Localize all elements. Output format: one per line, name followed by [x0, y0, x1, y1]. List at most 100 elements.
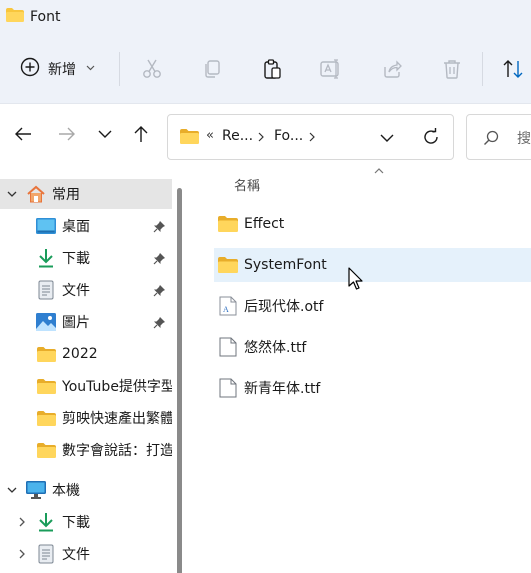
scrollbar-thumb[interactable]	[177, 188, 182, 573]
folder-icon	[36, 344, 56, 364]
address-bar[interactable]: « Re... Fo...	[167, 114, 454, 160]
navigation-pane: 常用 桌面 下載 文件 圖片 2022 YouTube提供字型 剪映快速產出繁體…	[0, 166, 186, 573]
nav-label: 剪映快速產出繁體	[62, 411, 174, 427]
search-box[interactable]: 搜	[466, 114, 531, 160]
nav-label: YouTube提供字型	[62, 379, 175, 395]
nav-item-desktop[interactable]: 桌面	[0, 211, 172, 241]
pictures-icon	[36, 312, 56, 332]
breadcrumb-item[interactable]: Re...	[222, 128, 253, 144]
folder-icon	[180, 129, 199, 148]
chevron-down-icon	[86, 64, 95, 74]
nav-label: 下載	[62, 515, 90, 531]
nav-item-folder[interactable]: 數字會說話：打造	[0, 435, 174, 465]
pin-icon[interactable]	[152, 283, 166, 297]
nav-label: 桌面	[62, 219, 90, 235]
rename-icon[interactable]	[318, 56, 344, 82]
nav-item-folder[interactable]: 剪映快速產出繁體	[0, 403, 174, 433]
paste-icon[interactable]	[259, 56, 285, 82]
back-button[interactable]	[11, 122, 35, 146]
chevron-right-icon[interactable]	[16, 516, 28, 528]
folder-icon	[6, 8, 24, 26]
add-icon	[20, 57, 40, 81]
nav-label: 常用	[52, 187, 80, 203]
desktop-icon	[36, 216, 56, 236]
documents-icon	[36, 544, 56, 564]
chevron-down-icon[interactable]	[6, 188, 18, 200]
file-row[interactable]: 悠然体.ttf	[214, 330, 531, 364]
nav-label: 下載	[62, 251, 90, 267]
new-button[interactable]: 新增	[14, 54, 101, 84]
font-file-icon: A	[218, 296, 238, 316]
nav-item-this-pc[interactable]: 本機	[0, 475, 172, 505]
nav-label: 文件	[62, 547, 90, 563]
nav-item-documents[interactable]: 文件	[0, 539, 172, 569]
file-list: 名稱 Effect SystemFont A 后现代体.otf 悠然体.ttf …	[186, 166, 531, 573]
nav-label: 2022	[62, 346, 98, 362]
file-icon	[218, 337, 238, 357]
pin-icon[interactable]	[152, 251, 166, 265]
file-row[interactable]: 新青年体.ttf	[214, 371, 531, 405]
download-icon	[36, 512, 56, 532]
navigation-scrollbar[interactable]	[172, 166, 186, 573]
nav-item-downloads[interactable]: 下載	[0, 243, 172, 273]
sort-caret-icon	[374, 166, 384, 177]
delete-icon[interactable]	[439, 56, 465, 82]
file-row[interactable]: Effect	[214, 207, 531, 241]
svg-text:A: A	[223, 305, 229, 314]
chevron-down-icon[interactable]	[380, 131, 394, 147]
nav-item-folder[interactable]: YouTube提供字型	[0, 371, 175, 401]
mouse-cursor-icon	[348, 267, 364, 295]
nav-item-downloads[interactable]: 下載	[0, 507, 172, 537]
nav-item-quick-access[interactable]: 常用	[0, 179, 172, 209]
chevron-right-icon[interactable]	[16, 548, 28, 560]
file-row[interactable]: A 后现代体.otf	[214, 289, 531, 323]
folder-icon	[36, 376, 56, 396]
file-name: 后现代体.otf	[244, 299, 324, 315]
nav-label: 圖片	[62, 315, 90, 331]
nav-item-documents[interactable]: 文件	[0, 275, 172, 305]
documents-icon	[36, 280, 56, 300]
toolbar-divider	[119, 52, 120, 86]
file-name: 悠然体.ttf	[244, 340, 307, 356]
window-title: Font	[30, 9, 61, 25]
overflow-chevron[interactable]: «	[206, 128, 214, 143]
breadcrumb-separator-icon[interactable]	[309, 128, 315, 146]
download-icon	[36, 248, 56, 268]
chevron-down-icon[interactable]	[6, 484, 18, 496]
new-button-label: 新增	[48, 62, 76, 78]
title-bar: Font	[0, 0, 531, 34]
file-name: SystemFont	[244, 257, 327, 273]
recent-locations-button[interactable]	[93, 122, 117, 146]
breadcrumb-separator-icon[interactable]	[258, 128, 264, 146]
nav-label: 數字會說話：打造	[62, 443, 174, 459]
column-header-name[interactable]: 名稱	[234, 175, 260, 194]
file-icon	[218, 378, 238, 398]
pin-icon[interactable]	[152, 219, 166, 233]
folder-icon	[218, 255, 238, 275]
nav-item-pictures[interactable]: 圖片	[0, 307, 172, 337]
command-bar: 新增	[0, 34, 531, 104]
toolbar-divider	[482, 52, 483, 86]
breadcrumb-item[interactable]: Fo...	[274, 128, 303, 144]
share-icon[interactable]	[379, 56, 405, 82]
nav-item-folder[interactable]: 2022	[0, 339, 172, 369]
cut-icon[interactable]	[139, 56, 165, 82]
up-button[interactable]	[129, 122, 153, 146]
address-row: « Re... Fo... 搜	[0, 105, 531, 165]
search-icon	[483, 130, 499, 150]
copy-icon[interactable]	[199, 56, 225, 82]
nav-label: 文件	[62, 283, 90, 299]
pin-icon[interactable]	[152, 315, 166, 329]
forward-button[interactable]	[55, 122, 79, 146]
folder-icon	[36, 440, 56, 460]
search-placeholder: 搜	[517, 131, 531, 147]
nav-label: 本機	[52, 483, 80, 499]
home-icon	[26, 184, 46, 204]
sort-icon[interactable]	[501, 56, 527, 82]
file-name: Effect	[244, 216, 285, 232]
folder-icon	[218, 214, 238, 234]
refresh-icon[interactable]	[422, 128, 440, 150]
file-name: 新青年体.ttf	[244, 381, 321, 397]
folder-icon	[36, 408, 56, 428]
file-row[interactable]: SystemFont	[214, 248, 531, 282]
